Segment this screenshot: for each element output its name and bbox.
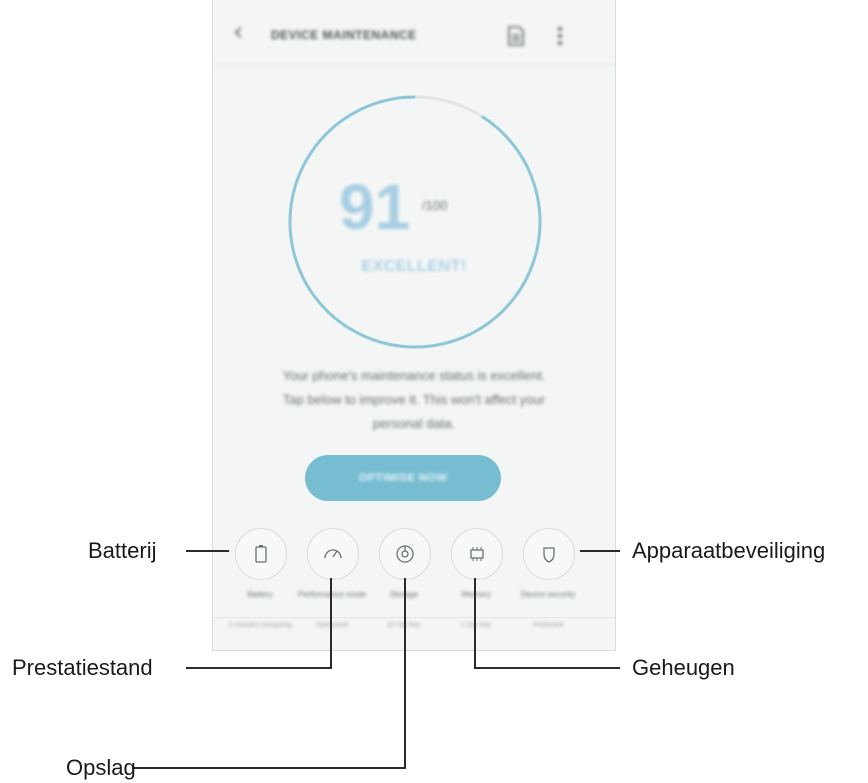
maintenance-score: 91: [339, 171, 411, 243]
divider: [213, 617, 615, 618]
more-vert-icon[interactable]: [550, 24, 570, 48]
optimise-now-button[interactable]: OPTIMISE NOW: [305, 455, 501, 501]
page-title: DEVICE MAINTENANCE: [271, 28, 417, 42]
message-line-1: Your phone's maintenance status is excel…: [282, 368, 546, 383]
battery-status: 2 minutes remaining: [228, 622, 292, 629]
optimise-now-label: OPTIMISE NOW: [358, 472, 448, 484]
score-ring: [288, 95, 542, 349]
memory-callout: Geheugen: [632, 655, 735, 680]
storage-callout-vline: [404, 578, 406, 768]
performance-mode-status: Optimised: [297, 622, 367, 629]
memory-button[interactable]: [451, 528, 503, 580]
app-bar: ‹ DEVICE MAINTENANCE: [213, 0, 615, 65]
memory-chip-icon: [470, 547, 484, 561]
performance-callout-vline: [330, 578, 332, 668]
status-text: EXCELLENT!: [361, 258, 467, 275]
battery-callout: Batterij: [88, 538, 157, 563]
memory-callout-hline: [474, 667, 620, 669]
battery-label: Battery: [247, 590, 273, 599]
storage-icon: [396, 545, 414, 563]
phone-screen: ‹ DEVICE MAINTENANCE 91 /100 EXCELLENT! …: [212, 0, 616, 651]
storage-callout-hline: [132, 767, 406, 769]
score-denominator: /100: [422, 198, 448, 213]
memory-status: 1 GB free: [461, 622, 491, 629]
chevron-left-icon[interactable]: ‹: [233, 19, 257, 45]
message-line-2: Tap below to improve it. This won't affe…: [282, 392, 546, 407]
performance-callout-hline: [186, 667, 332, 669]
security-callout-line: [580, 550, 620, 552]
device-security-label: Device security: [520, 590, 576, 599]
performance-callout: Prestatiestand: [12, 655, 153, 680]
shield-icon: [543, 547, 555, 563]
speedometer-icon: [324, 549, 342, 559]
message-line-3: personal data.: [372, 416, 456, 431]
battery-icon: [255, 545, 267, 563]
performance-mode-button[interactable]: [307, 528, 359, 580]
storage-callout: Opslag: [66, 755, 136, 780]
document-icon[interactable]: [506, 25, 526, 47]
storage-button[interactable]: [379, 528, 431, 580]
memory-callout-vline: [474, 578, 476, 668]
battery-callout-line: [186, 550, 229, 552]
device-security-button[interactable]: [523, 528, 575, 580]
security-callout: Apparaatbeveiliging: [632, 538, 826, 563]
battery-button[interactable]: [235, 528, 287, 580]
performance-mode-label: Performance mode: [297, 590, 367, 599]
device-security-status: Protected: [533, 622, 563, 629]
memory-label: Memory: [441, 590, 511, 600]
